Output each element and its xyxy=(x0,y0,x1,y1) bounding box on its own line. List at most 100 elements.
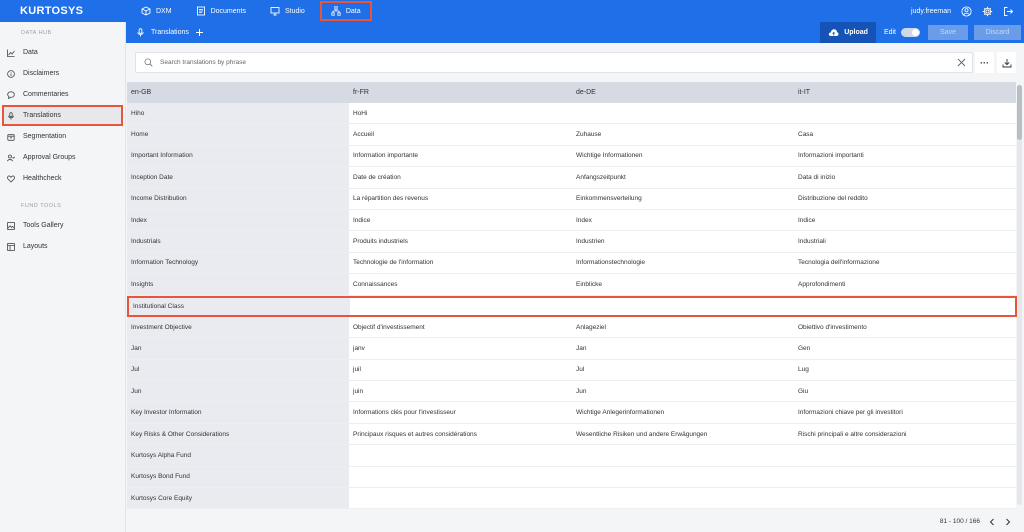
table-cell-en-gb[interactable]: Industrials xyxy=(127,231,349,252)
search-input[interactable]: Search translations by phrase xyxy=(160,59,246,66)
table-cell-it-it[interactable]: Industriali xyxy=(794,231,1016,251)
table-row[interactable]: Kurtosys Bond Fund xyxy=(127,466,1016,489)
table-row[interactable]: Investment Objective Objectif d'investiss… xyxy=(127,316,1016,339)
gear-icon[interactable] xyxy=(982,6,993,17)
table-row[interactable]: Jun juin Jun Giu xyxy=(127,381,1016,403)
table-cell-de-de[interactable]: Anfangszeitpunkt xyxy=(572,167,794,187)
table-row[interactable]: Index Indice Index Indice xyxy=(127,209,1016,232)
table-cell-it-it[interactable] xyxy=(794,467,1016,487)
table-cell-de-de[interactable]: Informationstechnologie xyxy=(572,253,794,273)
table-cell-de-de[interactable] xyxy=(573,298,794,315)
table-cell-de-de[interactable] xyxy=(572,488,794,508)
table-cell-en-gb[interactable]: Jan xyxy=(127,338,349,359)
table-row[interactable]: Home Accueil Zuhause Casa xyxy=(127,124,1016,146)
table-cell-fr-fr[interactable] xyxy=(349,467,572,487)
table-cell-fr-fr[interactable]: Objectif d'investissement xyxy=(349,317,572,337)
table-cell-de-de[interactable]: Zuhause xyxy=(572,124,794,144)
logout-icon[interactable] xyxy=(1003,6,1014,17)
close-icon[interactable] xyxy=(957,58,966,67)
table-cell-en-gb[interactable]: Important Information xyxy=(127,145,349,167)
table-row[interactable]: Institutional Class xyxy=(127,295,1017,317)
table-cell-it-it[interactable]: Approfondimenti xyxy=(794,274,1016,294)
table-cell-fr-fr[interactable]: Date de création xyxy=(349,167,572,187)
table-cell-it-it[interactable]: Distribuzione del reddito xyxy=(794,189,1016,209)
table-cell-en-gb[interactable]: Key Investor Information xyxy=(127,402,349,423)
table-cell-en-gb[interactable]: Home xyxy=(127,124,349,145)
table-row[interactable]: Income Distribution La répartition des re… xyxy=(127,188,1016,210)
table-row[interactable]: Key Risks & Other Considerations Principa… xyxy=(127,423,1016,446)
logo[interactable]: KURTOSYS xyxy=(0,5,126,17)
column-header-en-gb[interactable]: en-GB xyxy=(127,82,349,103)
table-cell-fr-fr[interactable]: Accueil xyxy=(349,124,572,144)
more-options-button[interactable]: ··· xyxy=(975,52,994,73)
table-cell-fr-fr[interactable]: Produits industriels xyxy=(349,231,572,251)
sidebar-item-healthcheck[interactable]: Healthcheck xyxy=(0,168,125,189)
table-cell-it-it[interactable]: Giu xyxy=(794,381,1016,401)
column-header-fr-fr[interactable]: fr-FR xyxy=(349,82,572,103)
search-bar[interactable]: Search translations by phrase xyxy=(135,52,973,73)
table-cell-it-it[interactable]: Data di inizio xyxy=(794,167,1016,187)
table-cell-de-de[interactable] xyxy=(572,445,794,465)
table-row[interactable]: Kurtosys Core Equity xyxy=(127,488,1016,510)
table-cell-de-de[interactable] xyxy=(572,467,794,487)
plus-icon[interactable] xyxy=(195,28,204,37)
sidebar-item-tools-gallery[interactable]: Tools Gallery xyxy=(0,215,125,236)
table-row[interactable]: Key Investor Information Informations clé… xyxy=(127,402,1016,424)
table-cell-fr-fr[interactable]: Indice xyxy=(349,210,572,230)
table-cell-de-de[interactable]: Jul xyxy=(572,360,794,380)
table-cell-fr-fr[interactable]: Information importante xyxy=(349,146,572,166)
download-button[interactable] xyxy=(997,52,1016,73)
table-row[interactable]: Jan janv Jan Gen xyxy=(127,338,1016,360)
table-cell-en-gb[interactable]: Kurtosys Core Equity xyxy=(127,488,349,509)
table-cell-it-it[interactable]: Obiettivo d'investimento xyxy=(794,317,1016,337)
topnav-data[interactable]: Data xyxy=(319,1,372,21)
table-cell-it-it[interactable] xyxy=(794,488,1016,508)
table-cell-en-gb[interactable]: Insights xyxy=(127,274,349,295)
table-cell-en-gb[interactable]: Key Risks & Other Considerations xyxy=(127,423,349,445)
table-cell-en-gb[interactable]: Hiho xyxy=(127,103,349,124)
table-cell-de-de[interactable]: Einkommensverteilung xyxy=(572,189,794,209)
table-cell-fr-fr[interactable]: Principaux risques et autres considérati… xyxy=(349,424,572,444)
table-cell-en-gb[interactable]: Index xyxy=(127,209,349,231)
chevron-right-icon[interactable] xyxy=(1004,518,1012,526)
table-cell-en-gb[interactable]: Kurtosys Alpha Fund xyxy=(127,445,349,466)
table-cell-it-it[interactable]: Indice xyxy=(794,210,1016,230)
table-cell-de-de[interactable]: Anlageziel xyxy=(572,317,794,337)
table-cell-de-de[interactable] xyxy=(572,103,794,123)
table-row[interactable]: Industrials Produits industriels Industrie… xyxy=(127,231,1016,253)
table-cell-en-gb[interactable]: Jul xyxy=(127,359,349,381)
table-cell-it-it[interactable]: Rischi principali e altre considerazioni xyxy=(794,424,1016,444)
topnav-studio[interactable]: Studio xyxy=(261,0,314,22)
chevron-left-icon[interactable] xyxy=(988,518,996,526)
table-cell-fr-fr[interactable] xyxy=(349,445,572,465)
table-row[interactable]: Jul juil Jul Lug xyxy=(127,359,1016,382)
table-cell-it-it[interactable]: Gen xyxy=(794,338,1016,358)
table-cell-en-gb[interactable]: Information Technology xyxy=(127,252,349,274)
table-cell-it-it[interactable]: Informazioni chiave per gli investitori xyxy=(794,402,1016,422)
save-button[interactable]: Save xyxy=(928,25,968,40)
scrollbar-thumb[interactable] xyxy=(1017,85,1022,140)
sidebar-item-approval-groups[interactable]: Approval Groups xyxy=(0,147,125,168)
table-row[interactable]: Hiho HoHi xyxy=(127,103,1016,125)
sidebar-item-layouts[interactable]: Layouts xyxy=(0,236,125,257)
table-cell-en-gb[interactable]: Institutional Class xyxy=(129,297,351,315)
sidebar-item-commentaries[interactable]: Commentaries xyxy=(0,84,125,105)
table-cell-en-gb[interactable]: Income Distribution xyxy=(127,188,349,209)
table-row[interactable]: Kurtosys Alpha Fund xyxy=(127,445,1016,467)
discard-button[interactable]: Discard xyxy=(974,25,1021,40)
table-row[interactable]: Inception Date Date de création Anfangszei… xyxy=(127,167,1016,189)
table-cell-en-gb[interactable]: Investment Objective xyxy=(127,316,349,338)
scrollbar-track[interactable] xyxy=(1017,85,1022,505)
sidebar-item-translations[interactable]: Translations xyxy=(2,105,123,126)
column-header-it-it[interactable]: it-IT xyxy=(794,82,1016,103)
table-cell-de-de[interactable]: Industrien xyxy=(572,231,794,251)
table-cell-fr-fr[interactable]: janv xyxy=(349,338,572,358)
sidebar-item-data[interactable]: Data xyxy=(0,42,125,63)
table-cell-it-it[interactable] xyxy=(794,103,1016,123)
sidebar-item-disclaimers[interactable]: Disclaimers xyxy=(0,63,125,84)
topnav-dxm[interactable]: DXM xyxy=(132,0,181,22)
table-cell-it-it[interactable]: Tecnologia dell'informazione xyxy=(794,253,1016,273)
table-cell-de-de[interactable]: Jan xyxy=(572,338,794,358)
table-cell-it-it[interactable]: Lug xyxy=(794,360,1016,380)
table-row[interactable]: Important Information Information importa… xyxy=(127,145,1016,168)
